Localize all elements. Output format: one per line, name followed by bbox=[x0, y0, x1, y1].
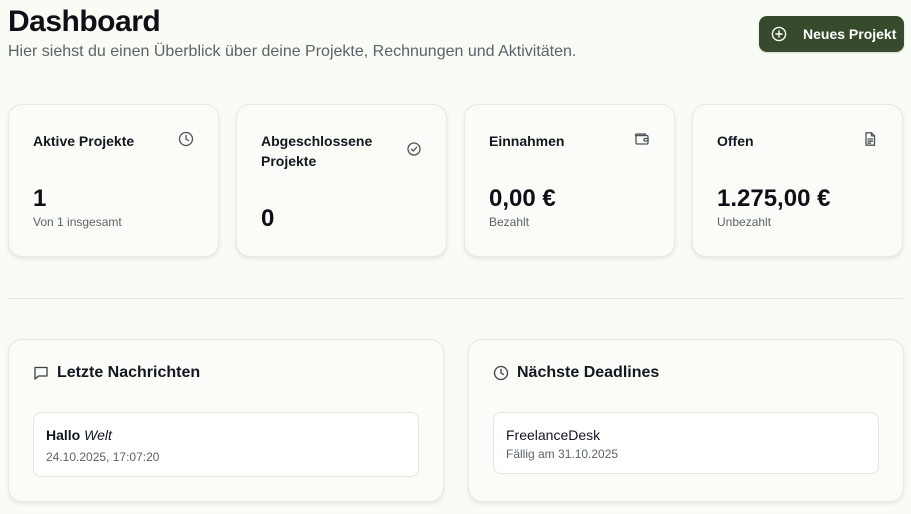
deadline-item[interactable]: FreelanceDesk Fällig am 31.10.2025 bbox=[493, 412, 879, 474]
stat-title: Offen bbox=[717, 133, 754, 149]
check-circle-icon bbox=[406, 141, 422, 157]
new-project-label: Neues Projekt bbox=[803, 26, 897, 42]
stat-card-open: Offen 1.275,00 € Unbezahlt bbox=[692, 104, 903, 257]
stat-value: 1.275,00 € bbox=[717, 185, 831, 212]
message-text: Hallo Welt bbox=[46, 426, 406, 444]
stat-subtext: Unbezahlt bbox=[717, 215, 772, 229]
page-subtitle: Hier siehst du einen Überblick über dein… bbox=[8, 43, 577, 60]
section-divider bbox=[8, 298, 903, 299]
stat-title: Aktive Projekte bbox=[33, 133, 135, 149]
panel-title: Letzte Nachrichten bbox=[57, 364, 201, 381]
panel-header: Letzte Nachrichten bbox=[33, 364, 200, 382]
panel-title: Nächste Deadlines bbox=[517, 364, 660, 381]
stat-card-completed-projects: Abgeschlossene Projekte 0 bbox=[236, 104, 447, 257]
stat-value: 1 bbox=[33, 185, 47, 212]
stat-card-income: Einnahmen 0,00 € Bezahlt bbox=[464, 104, 675, 257]
new-project-button[interactable]: Neues Projekt bbox=[759, 16, 904, 52]
stat-value: 0 bbox=[261, 205, 275, 232]
recent-messages-panel: Letzte Nachrichten Hallo Welt 24.10.2025… bbox=[8, 339, 444, 502]
stat-card-active-projects: Aktive Projekte 1 Von 1 insgesamt bbox=[8, 104, 219, 257]
panel-header: Nächste Deadlines bbox=[493, 364, 659, 382]
message-item[interactable]: Hallo Welt 24.10.2025, 17:07:20 bbox=[33, 412, 419, 477]
message-bold-text: Hallo bbox=[46, 427, 81, 443]
stat-title: Einnahmen bbox=[489, 133, 565, 149]
wallet-icon bbox=[634, 131, 650, 147]
upcoming-deadlines-panel: Nächste Deadlines FreelanceDesk Fällig a… bbox=[468, 339, 904, 502]
plus-circle-icon bbox=[771, 26, 787, 42]
message-square-icon bbox=[33, 365, 49, 381]
page-title: Dashboard bbox=[8, 5, 161, 38]
stat-subtext: Von 1 insgesamt bbox=[33, 215, 122, 229]
deadline-project-name: FreelanceDesk bbox=[506, 427, 601, 443]
deadline-due-date: Fällig am 31.10.2025 bbox=[506, 447, 619, 461]
clock-icon bbox=[493, 365, 509, 381]
message-italic-text: Welt bbox=[84, 427, 112, 443]
stat-value: 0,00 € bbox=[489, 185, 556, 212]
clock-icon bbox=[178, 131, 194, 147]
message-timestamp: 24.10.2025, 17:07:20 bbox=[46, 450, 160, 464]
stat-title: Abgeschlossene Projekte bbox=[261, 133, 373, 169]
stat-subtext: Bezahlt bbox=[489, 215, 530, 229]
document-icon bbox=[862, 131, 878, 147]
